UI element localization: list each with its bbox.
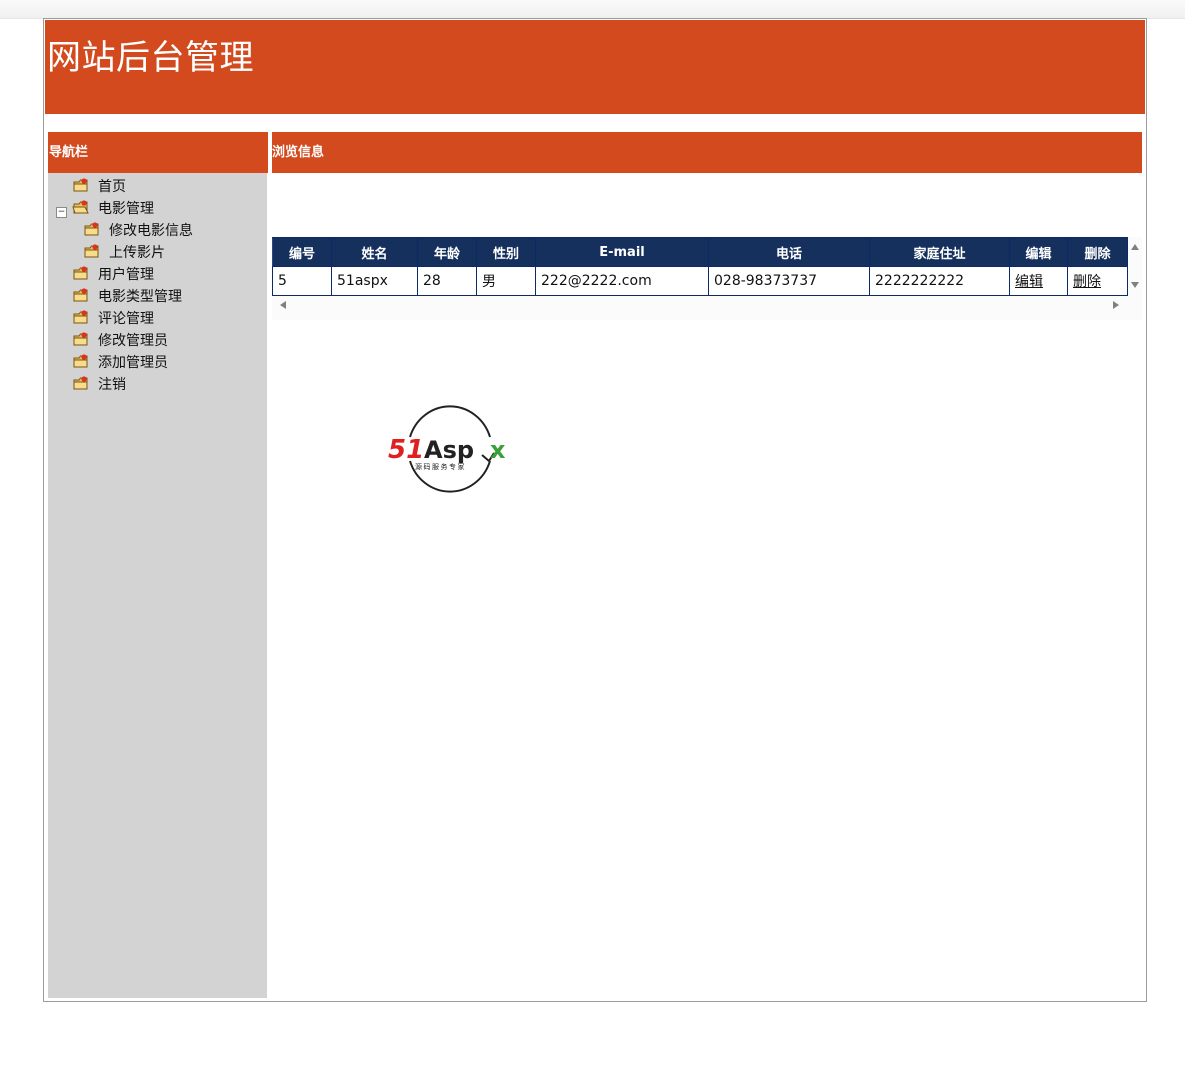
nav-item-label: 上传影片	[109, 244, 165, 261]
page-blank-area	[0, 1003, 1185, 1090]
nav-item-label: 首页	[98, 178, 126, 195]
column-header-age: 年龄	[417, 237, 477, 267]
svg-text:Asp: Asp	[424, 436, 474, 464]
svg-text:51: 51	[388, 435, 424, 465]
user-grid: 编号 姓名 年龄 性别 E-mail 电话 家庭住址 编辑 删除 5 51asp	[272, 237, 1128, 296]
scroll-left-arrow-icon[interactable]	[280, 301, 286, 309]
nav-item-label: 电影管理	[98, 200, 154, 217]
column-header-id: 编号	[272, 237, 332, 267]
nav-item-comment-management[interactable]: 评论管理	[72, 307, 154, 328]
nav-item-label: 电影类型管理	[98, 288, 182, 305]
scroll-up-arrow-icon[interactable]	[1131, 244, 1139, 250]
folder-star-icon	[72, 309, 90, 326]
nav-item-label: 注销	[98, 376, 126, 393]
nav-item-edit-admin[interactable]: 修改管理员	[72, 329, 168, 350]
folder-star-icon	[83, 221, 101, 238]
vertical-scrollbar[interactable]	[1128, 237, 1142, 297]
folder-star-icon	[83, 243, 101, 260]
nav-item-movie-management[interactable]: 电影管理	[72, 197, 154, 218]
nav-item-add-admin[interactable]: 添加管理员	[72, 351, 168, 372]
cell-gender: 男	[476, 266, 536, 296]
nav-item-label: 用户管理	[98, 266, 154, 283]
browser-top-strip	[0, 0, 1185, 19]
column-header-delete: 删除	[1067, 237, 1128, 267]
nav-item-label: 评论管理	[98, 310, 154, 327]
cell-age: 28	[417, 266, 477, 296]
tree-collapse-toggle[interactable]: −	[56, 207, 67, 218]
folder-star-icon	[72, 331, 90, 348]
cell-phone: 028-98373737	[708, 266, 870, 296]
51aspx-logo: 51 Asp x 源码服务专家	[386, 403, 514, 495]
delete-link[interactable]: 删除	[1073, 274, 1101, 290]
edit-link[interactable]: 编辑	[1015, 274, 1043, 290]
column-header-email: E-mail	[535, 237, 709, 267]
scroll-right-arrow-icon[interactable]	[1113, 301, 1119, 309]
cell-address: 2222222222	[869, 266, 1010, 296]
nav-item-movie-type-management[interactable]: 电影类型管理	[72, 285, 182, 306]
column-header-gender: 性别	[476, 237, 536, 267]
svg-text:x: x	[490, 436, 506, 464]
nav-item-upload-movie[interactable]: 上传影片	[83, 241, 165, 262]
nav-item-user-management[interactable]: 用户管理	[72, 263, 154, 284]
folder-star-icon	[72, 177, 90, 194]
grid-header-row: 编号 姓名 年龄 性别 E-mail 电话 家庭住址 编辑 删除	[272, 237, 1128, 267]
folder-open-icon	[72, 199, 90, 216]
nav-item-edit-movie-info[interactable]: 修改电影信息	[83, 219, 193, 240]
content-heading: 浏览信息	[272, 132, 1142, 173]
folder-star-icon	[72, 287, 90, 304]
folder-star-icon	[72, 353, 90, 370]
cell-delete: 删除	[1067, 266, 1128, 296]
admin-frame: 网站后台管理 导航栏 − 首页 电影管理 修改电影信息 上传影片 用户管理 电影…	[43, 18, 1147, 1002]
column-header-address: 家庭住址	[869, 237, 1010, 267]
grid-scroll-container[interactable]: 编号 姓名 年龄 性别 E-mail 电话 家庭住址 编辑 删除 5 51asp	[272, 237, 1142, 320]
site-header: 网站后台管理	[45, 20, 1145, 114]
main-content: 浏览信息 编号 姓名 年龄 性别 E-mail 电话 家庭住址 编辑 删除 5 …	[272, 132, 1142, 998]
nav-item-home[interactable]: 首页	[72, 175, 126, 196]
cell-email: 222@2222.com	[535, 266, 709, 296]
column-header-name: 姓名	[331, 237, 418, 267]
column-header-phone: 电话	[708, 237, 870, 267]
nav-item-label: 修改电影信息	[109, 222, 193, 239]
horizontal-scrollbar[interactable]	[272, 298, 1128, 312]
nav-item-label: 修改管理员	[98, 332, 168, 349]
column-header-edit: 编辑	[1009, 237, 1068, 267]
cell-name: 51aspx	[331, 266, 418, 296]
sidebar-heading: 导航栏	[48, 132, 268, 173]
folder-star-icon	[72, 265, 90, 282]
cell-id: 5	[272, 266, 332, 296]
svg-text:源码服务专家: 源码服务专家	[415, 462, 466, 471]
nav-item-label: 添加管理员	[98, 354, 168, 371]
cell-edit: 编辑	[1009, 266, 1068, 296]
site-title: 网站后台管理	[47, 38, 254, 78]
folder-star-icon	[72, 375, 90, 392]
nav-item-logout[interactable]: 注销	[72, 373, 126, 394]
table-row: 5 51aspx 28 男 222@2222.com 028-98373737 …	[272, 266, 1128, 296]
sidebar-nav: 导航栏 − 首页 电影管理 修改电影信息 上传影片 用户管理 电影类型管理 评论…	[48, 132, 268, 998]
scroll-down-arrow-icon[interactable]	[1131, 282, 1139, 288]
